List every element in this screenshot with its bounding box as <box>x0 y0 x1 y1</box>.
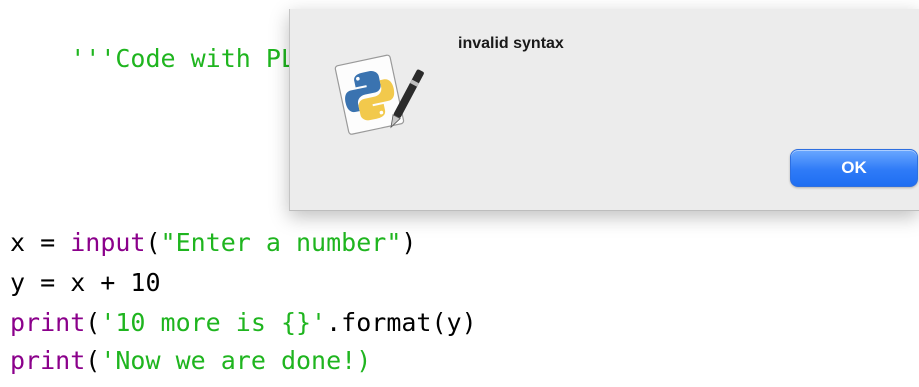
code-token: ( <box>85 308 101 337</box>
ok-button[interactable]: OK <box>790 149 918 187</box>
error-dialog: invalid syntax OK <box>289 9 919 211</box>
code-token: print <box>10 308 86 337</box>
code-token: .format(y) <box>326 308 477 337</box>
error-message: invalid syntax <box>458 35 564 52</box>
code-token: ( <box>85 346 101 375</box>
code-line: print('Now we are done!) <box>10 346 371 376</box>
code-token: input <box>70 228 146 257</box>
code-line: x = input("Enter a number") <box>10 228 416 258</box>
python-script-icon <box>328 49 428 141</box>
code-line: y = x + 10 <box>10 268 161 298</box>
code-token: ( <box>145 228 161 257</box>
code-token: print <box>10 346 86 375</box>
code-token: '''Code with PL <box>70 44 296 73</box>
code-token: 'Now we are done!) <box>100 346 372 375</box>
code-line: '''Code with PL <box>10 14 296 104</box>
code-line: print('10 more is {}'.format(y) <box>10 308 477 338</box>
code-token: '10 more is {}' <box>100 308 327 337</box>
code-token: y = x + 10 <box>10 268 161 297</box>
code-token: x = <box>10 228 71 257</box>
code-token: ) <box>401 228 417 257</box>
code-token: "Enter a number" <box>160 228 402 257</box>
